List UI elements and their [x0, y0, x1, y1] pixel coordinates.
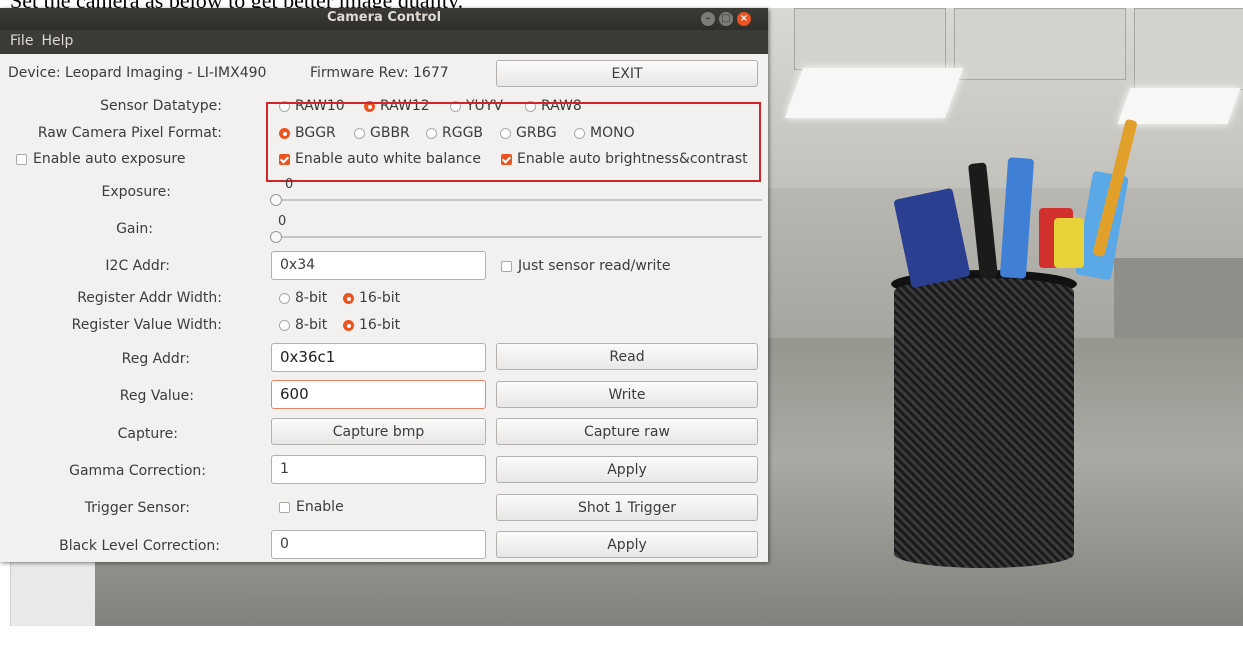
- black-level-label: Black Level Correction:: [59, 538, 220, 554]
- capture-raw-button[interactable]: Capture raw: [496, 418, 758, 445]
- device-label: Device: Leopard Imaging - LI-IMX490: [8, 65, 267, 81]
- radio-addr-16bit[interactable]: [343, 293, 354, 304]
- radio-addr-16bit-label: 16-bit: [359, 290, 401, 306]
- maximize-icon[interactable]: □: [719, 12, 733, 26]
- radio-value-8bit-label: 8-bit: [295, 317, 328, 333]
- exposure-slider-track[interactable]: [272, 199, 762, 201]
- radio-addr-8bit[interactable]: [279, 293, 290, 304]
- trigger-enable-checkbox[interactable]: [279, 502, 290, 513]
- reg-value-label: Reg Value:: [119, 388, 194, 404]
- black-level-apply-button[interactable]: Apply: [496, 531, 758, 558]
- write-button[interactable]: Write: [496, 381, 758, 408]
- black-level-field[interactable]: 0: [271, 530, 486, 559]
- radio-value-8bit[interactable]: [279, 320, 290, 331]
- auto-exposure-checkbox[interactable]: [16, 154, 27, 165]
- shot-trigger-button[interactable]: Shot 1 Trigger: [496, 494, 758, 521]
- radio-value-16bit-label: 16-bit: [359, 317, 401, 333]
- trigger-enable-label: Enable: [296, 499, 344, 515]
- minimize-icon[interactable]: –: [701, 12, 715, 26]
- exposure-value: 0: [285, 177, 294, 192]
- gamma-label: Gamma Correction:: [69, 463, 206, 479]
- camera-control-window: Camera Control – □ × File Help Device: Le…: [0, 8, 768, 562]
- i2c-addr-field[interactable]: 0x34: [271, 251, 486, 280]
- pixel-format-label: Raw Camera Pixel Format:: [37, 125, 222, 141]
- radio-value-16bit[interactable]: [343, 320, 354, 331]
- read-button[interactable]: Read: [496, 343, 758, 370]
- menu-help[interactable]: Help: [39, 30, 79, 49]
- reg-value-width-label: Register Value Width:: [71, 317, 222, 333]
- reg-addr-width-label: Register Addr Width:: [77, 290, 222, 306]
- exposure-slider-handle[interactable]: [270, 194, 282, 206]
- gain-slider-track[interactable]: [272, 236, 762, 238]
- window-title: Camera Control: [326, 10, 442, 25]
- gain-value: 0: [278, 214, 287, 229]
- sensor-datatype-label: Sensor Datatype:: [100, 98, 222, 114]
- capture-label: Capture:: [117, 426, 178, 442]
- gamma-apply-button[interactable]: Apply: [496, 456, 758, 483]
- exit-button[interactable]: EXIT: [496, 60, 758, 87]
- exposure-label: Exposure:: [101, 184, 171, 200]
- menu-file[interactable]: File: [0, 30, 39, 49]
- capture-bmp-button[interactable]: Capture bmp: [271, 418, 486, 445]
- gain-label: Gain:: [116, 221, 153, 237]
- menubar: File Help: [0, 30, 768, 54]
- firmware-label: Firmware Rev: 1677: [310, 65, 449, 81]
- gamma-field[interactable]: 1: [271, 455, 486, 484]
- radio-addr-8bit-label: 8-bit: [295, 290, 328, 306]
- reg-addr-label: Reg Addr:: [121, 351, 190, 367]
- just-sensor-checkbox[interactable]: [501, 261, 512, 272]
- just-sensor-label: Just sensor read/write: [518, 258, 671, 274]
- titlebar: Camera Control – □ ×: [0, 8, 768, 30]
- reg-value-field[interactable]: 600: [271, 380, 486, 409]
- i2c-addr-label: I2C Addr:: [105, 258, 170, 274]
- background-panel: [10, 560, 95, 626]
- gain-slider-handle[interactable]: [270, 231, 282, 243]
- trigger-label: Trigger Sensor:: [84, 500, 190, 516]
- reg-addr-field[interactable]: 0x36c1: [271, 343, 486, 372]
- auto-exposure-label: Enable auto exposure: [33, 151, 186, 167]
- highlight-box: [266, 102, 761, 182]
- close-icon[interactable]: ×: [737, 12, 751, 26]
